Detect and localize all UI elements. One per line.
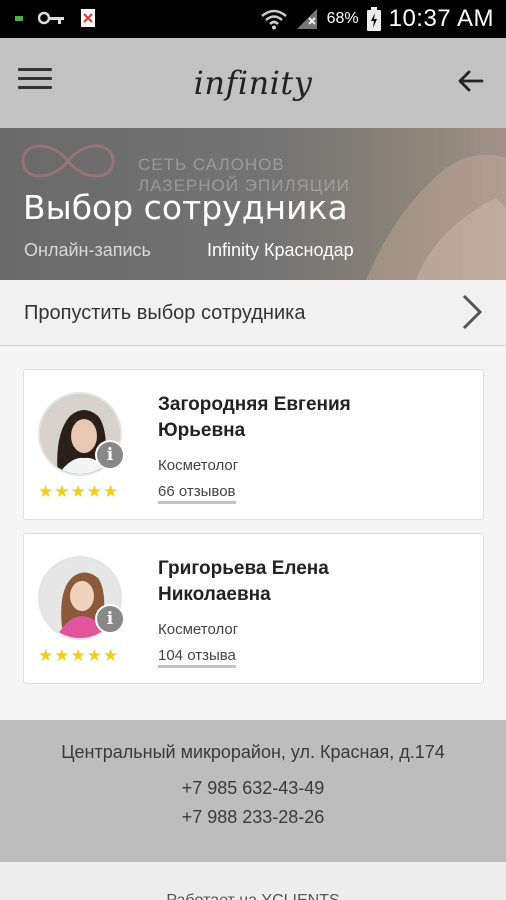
salon-contacts: Центральный микрорайон, ул. Красная, д.1…	[0, 720, 506, 862]
employee-card[interactable]: i ★★★★★ Григорьева Елена Николаевна Косм…	[23, 533, 484, 684]
signal-icon	[296, 9, 317, 29]
app-bar: infinity	[0, 38, 506, 128]
employee-list: i ★★★★★ Загородняя Евгения Юрьевна Косме…	[0, 346, 506, 720]
employee-role: Косметолог	[158, 457, 239, 474]
battery-percent: 68%	[326, 10, 359, 27]
skip-employee-selection[interactable]: Пропустить выбор сотрудника	[0, 280, 506, 346]
file-error-icon	[81, 9, 95, 27]
online-booking-label: Онлайн-запись	[24, 240, 151, 260]
info-icon[interactable]: i	[95, 604, 125, 634]
employee-card[interactable]: i ★★★★★ Загородняя Евгения Юрьевна Косме…	[23, 369, 484, 520]
employee-role: Косметолог	[158, 621, 239, 638]
back-button[interactable]	[456, 66, 486, 96]
powered-by: Работает на YCLIENTS	[0, 862, 506, 900]
info-icon[interactable]: i	[95, 440, 125, 470]
page-title: Выбор сотрудника	[23, 188, 348, 227]
hero-banner: СЕТЬ САЛОНОВ ЛАЗЕРНОЙ ЭПИЛЯЦИИ Выбор сот…	[0, 128, 506, 280]
skip-label: Пропустить выбор сотрудника	[24, 302, 306, 324]
chevron-right-icon	[462, 294, 483, 330]
employee-name: Григорьева Елена Николаевна	[158, 558, 329, 605]
status-bar: 68% 10:37 AM	[0, 0, 506, 38]
app-logo: infinity	[193, 64, 313, 102]
rating-stars: ★★★★★	[38, 646, 120, 665]
battery-charging-icon	[366, 7, 381, 31]
arrow-left-icon	[458, 70, 484, 92]
phone-link[interactable]: +7 985 632-43-49	[0, 778, 506, 799]
key-icon	[38, 11, 64, 25]
reviews-link[interactable]: 104 отзыва	[158, 647, 236, 668]
app-notification-icon	[15, 16, 23, 21]
reviews-link[interactable]: 66 отзывов	[158, 483, 236, 504]
wifi-icon	[260, 9, 287, 30]
address: Центральный микрорайон, ул. Красная, д.1…	[61, 742, 445, 762]
clock: 10:37 AM	[388, 5, 494, 32]
salon-name: Infinity Краснодар	[207, 240, 354, 260]
infinity-brand-icon	[21, 144, 115, 178]
employee-name: Загородняя Евгения Юрьевна	[158, 394, 351, 441]
phone-link[interactable]: +7 988 233-28-26	[0, 807, 506, 828]
rating-stars: ★★★★★	[38, 482, 120, 501]
